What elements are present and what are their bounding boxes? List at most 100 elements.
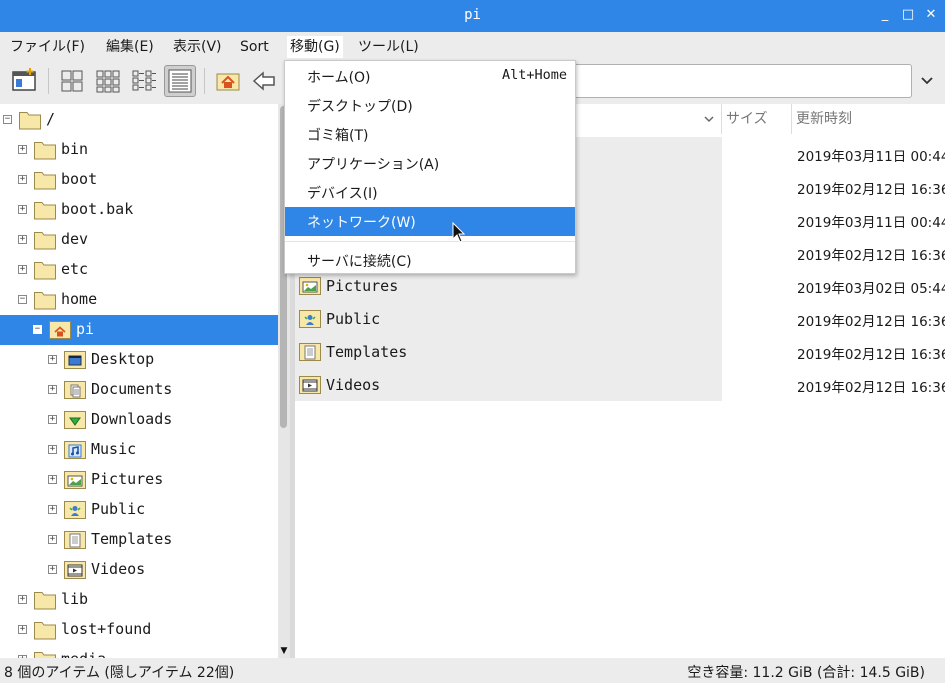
file-modified: 2019年03月11日 00:44 — [797, 149, 945, 165]
expand-toggle[interactable]: + — [18, 145, 27, 154]
tree-item-pictures[interactable]: + Pictures — [0, 465, 278, 495]
tree-item-dev[interactable]: + dev — [0, 225, 278, 255]
directory-tree[interactable]: − / + bin + boot + boot.bak + dev + etc − home − pi + Des… — [0, 104, 278, 658]
go-menu-item[interactable]: ネットワーク(W) — [285, 207, 575, 236]
expand-toggle[interactable]: + — [48, 355, 57, 364]
tree-item-music[interactable]: + Music — [0, 435, 278, 465]
tree-item-public[interactable]: + Public — [0, 495, 278, 525]
tree-item-[interactable]: − / — [0, 105, 278, 135]
file-row[interactable]: Videos 2019年02月12日 16:36 — [295, 368, 945, 401]
scroll-down-arrow[interactable]: ▼ — [278, 644, 290, 658]
go-menu-item[interactable]: アプリケーション(A) — [285, 149, 575, 178]
tree-item-home[interactable]: − home — [0, 285, 278, 315]
expand-toggle[interactable]: + — [48, 475, 57, 484]
compact-view-icon — [132, 70, 156, 91]
file-row[interactable]: Public 2019年02月12日 16:36 — [295, 302, 945, 335]
go-menu-item[interactable]: ゴミ箱(T) — [285, 120, 575, 149]
folder-icon — [33, 589, 57, 610]
icon-view-button[interactable] — [56, 65, 88, 97]
go-menu-item-label: ゴミ箱(T) — [307, 128, 369, 144]
expand-toggle[interactable]: + — [48, 445, 57, 454]
toolbar-separator — [204, 68, 205, 94]
tree-item-bin[interactable]: + bin — [0, 135, 278, 165]
collapse-toggle[interactable]: − — [33, 325, 42, 334]
go-menu-dropdown: ホーム(O) Alt+Home デスクトップ(D) ゴミ箱(T) アプリケーション(A)… — [284, 60, 576, 274]
toolbar-separator — [48, 68, 49, 94]
column-modified-header[interactable]: 更新時刻 — [792, 104, 945, 134]
folder-icon — [33, 259, 57, 280]
mouse-cursor-icon — [452, 222, 466, 243]
file-modified: 2019年02月12日 16:36 — [797, 314, 945, 330]
thumbnail-view-button[interactable] — [92, 65, 124, 97]
tree-item-templates[interactable]: + Templates — [0, 525, 278, 555]
expand-toggle[interactable]: + — [48, 415, 57, 424]
tree-item-desktop[interactable]: + Desktop — [0, 345, 278, 375]
column-size-header[interactable]: サイズ — [722, 104, 792, 134]
videos-folder-icon — [298, 374, 322, 395]
location-bar[interactable] — [574, 64, 912, 98]
file-name: Pictures — [326, 277, 399, 295]
close-button[interactable]: ✕ — [922, 6, 940, 24]
expand-toggle[interactable]: + — [18, 625, 27, 634]
compact-view-button[interactable] — [128, 65, 160, 97]
tree-item-label: Documents — [91, 380, 173, 398]
tree-item-boot[interactable]: + boot — [0, 165, 278, 195]
tree-item-lib[interactable]: + lib — [0, 585, 278, 615]
folder-icon — [33, 199, 57, 220]
tree-item-lost-found[interactable]: + lost+found — [0, 615, 278, 645]
expand-toggle[interactable]: + — [18, 265, 27, 274]
collapse-toggle[interactable]: − — [3, 115, 12, 124]
expand-toggle[interactable]: + — [48, 535, 57, 544]
tree-item-media[interactable]: +media — [0, 645, 278, 658]
expand-toggle[interactable]: + — [18, 175, 27, 184]
file-row[interactable]: Templates 2019年02月12日 16:36 — [295, 335, 945, 368]
file-name-cell[interactable]: Public — [295, 302, 722, 335]
tree-item-label: Desktop — [91, 350, 155, 368]
expand-toggle[interactable]: + — [48, 565, 57, 574]
menu-edit[interactable]: 編集(E) — [103, 36, 157, 58]
expand-toggle[interactable]: + — [48, 505, 57, 514]
location-history-dropdown[interactable] — [912, 64, 942, 98]
tree-item-etc[interactable]: + etc — [0, 255, 278, 285]
home-button[interactable] — [212, 65, 244, 97]
expand-toggle[interactable]: + — [48, 385, 57, 394]
tree-item-boot-bak[interactable]: + boot.bak — [0, 195, 278, 225]
templates-folder-icon — [298, 341, 322, 362]
back-button[interactable] — [248, 65, 280, 97]
go-menu-item[interactable]: サーバに接続(C) — [285, 246, 575, 275]
minimize-button[interactable]: _ — [876, 6, 894, 24]
go-menu-item[interactable]: デスクトップ(D) — [285, 91, 575, 120]
collapse-toggle[interactable]: − — [18, 295, 27, 304]
templates-folder-icon — [63, 529, 87, 550]
tree-item-pi[interactable]: − pi — [0, 315, 278, 345]
go-menu-item[interactable]: デバイス(I) — [285, 178, 575, 207]
file-modified: 2019年02月12日 16:36 — [797, 248, 945, 264]
menu-sort[interactable]: Sort — [237, 36, 272, 58]
tree-item-documents[interactable]: + Documents — [0, 375, 278, 405]
tree-item-label: boot.bak — [61, 200, 134, 218]
column-name-header[interactable] — [575, 104, 722, 134]
go-menu-item[interactable]: ホーム(O) Alt+Home — [285, 62, 575, 91]
maximize-button[interactable]: □ — [899, 6, 917, 24]
folder-icon — [33, 649, 57, 658]
title-bar[interactable]: pi _ □ ✕ — [0, 0, 945, 32]
menu-tools[interactable]: ツール(L) — [355, 36, 422, 58]
menu-go[interactable]: 移動(G) — [287, 36, 343, 58]
expand-toggle[interactable]: + — [18, 235, 27, 244]
tree-item-label: pi — [76, 320, 95, 338]
tree-item-videos[interactable]: + Videos — [0, 555, 278, 585]
documents-folder-icon — [63, 379, 87, 400]
detailed-list-view-button[interactable] — [164, 65, 196, 97]
file-name-cell[interactable]: Videos — [295, 368, 722, 401]
expand-toggle[interactable]: + — [18, 595, 27, 604]
tree-item-label: dev — [61, 230, 89, 248]
go-menu-item-label: サーバに接続(C) — [307, 254, 412, 270]
new-window-button[interactable] — [8, 65, 40, 97]
home-icon — [216, 73, 240, 91]
expand-toggle[interactable]: + — [18, 205, 27, 214]
file-name-cell[interactable]: Templates — [295, 335, 722, 368]
tree-item-label: Videos — [91, 560, 146, 578]
menu-file[interactable]: ファイル(F) — [7, 36, 88, 58]
tree-item-downloads[interactable]: + Downloads — [0, 405, 278, 435]
menu-view[interactable]: 表示(V) — [170, 36, 225, 58]
